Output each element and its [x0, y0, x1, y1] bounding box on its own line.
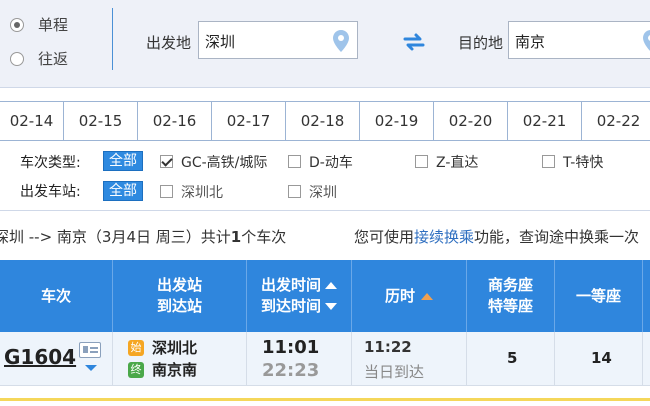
- from-input[interactable]: 深圳: [198, 21, 358, 59]
- business-header-top: 商务座: [487, 276, 533, 294]
- depart-time: 11:01: [262, 337, 320, 358]
- first-class-header-label: 一等座: [575, 286, 621, 305]
- to-value: 南京: [515, 33, 546, 51]
- train-type-all-button[interactable]: 全部: [103, 151, 143, 171]
- summary-route: 深圳 --> 南京（3月4日 周三）共计: [0, 228, 231, 246]
- round-trip-radio[interactable]: [10, 51, 24, 66]
- divider: [0, 398, 650, 401]
- ticket-search-page: 单程 往返 出发地 深圳 目的地 南京 02-14 02-15 02-16 02…: [0, 0, 650, 406]
- result-table-header: 车次 出发站 到达站 出发时间 到达时间 历时 商务座 特等座 一等座: [0, 260, 650, 332]
- date-tab[interactable]: 02-14: [0, 102, 64, 140]
- station-cell: 始 深圳北 终 南京南: [113, 332, 247, 386]
- arrive-time-header[interactable]: 到达时间: [261, 296, 321, 317]
- to-input[interactable]: 南京: [508, 21, 650, 59]
- sort-up-icon[interactable]: [421, 292, 433, 300]
- result-summary: 深圳 --> 南京（3月4日 周三）共计1个车次: [0, 226, 286, 247]
- date-tabs: 02-14 02-15 02-16 02-17 02-18 02-19 02-2…: [0, 101, 650, 141]
- date-tab[interactable]: 02-18: [286, 102, 360, 140]
- z-label: Z-直达: [436, 155, 479, 171]
- train-column-header: 车次: [0, 260, 113, 332]
- duration-value: 11:22: [364, 338, 412, 356]
- date-tab[interactable]: 02-17: [212, 102, 286, 140]
- station-label: 出发车站:: [20, 184, 81, 200]
- table-row[interactable]: G1604 始 深圳北 终 南京南 11:01 22:23 11:22 当日到达…: [0, 332, 650, 386]
- from-label: 出发地: [146, 34, 192, 52]
- more-columns: [643, 260, 650, 332]
- start-station-badge: 始: [128, 340, 144, 356]
- z-checkbox[interactable]: [415, 155, 428, 168]
- station-all-button[interactable]: 全部: [103, 181, 143, 201]
- divider: [0, 210, 650, 211]
- depart-station: 深圳北: [152, 339, 198, 357]
- date-tab[interactable]: 02-22: [582, 102, 650, 140]
- first-class-header: 一等座: [555, 260, 643, 332]
- date-tab[interactable]: 02-21: [508, 102, 582, 140]
- to-label: 目的地: [458, 34, 504, 52]
- hint-suffix: 功能，查询途中换乘一次: [474, 228, 640, 246]
- d-checkbox[interactable]: [288, 155, 301, 168]
- one-way-label: 单程: [38, 16, 69, 34]
- divider: [112, 8, 113, 70]
- business-seat-cell[interactable]: 5: [467, 332, 555, 386]
- d-label: D-动车: [309, 155, 353, 171]
- sort-up-icon[interactable]: [325, 282, 337, 289]
- duration-header-label[interactable]: 历时: [385, 286, 415, 307]
- train-number-link[interactable]: G1604: [4, 345, 76, 369]
- swap-icon[interactable]: [402, 31, 426, 53]
- date-tab[interactable]: 02-19: [360, 102, 434, 140]
- shenzhen-north-checkbox[interactable]: [160, 185, 173, 198]
- from-value: 深圳: [205, 33, 236, 51]
- hint-prefix: 您可使用: [354, 228, 415, 246]
- search-panel: 单程 往返 出发地 深圳 目的地 南京: [0, 0, 650, 88]
- one-way-radio[interactable]: [10, 17, 24, 32]
- shenzhen-checkbox[interactable]: [288, 185, 301, 198]
- shenzhen-north-label: 深圳北: [181, 185, 223, 201]
- date-tab[interactable]: 02-20: [434, 102, 508, 140]
- time-cell: 11:01 22:23: [247, 332, 352, 386]
- location-pin-icon[interactable]: [331, 29, 351, 53]
- business-seat-count: 5: [507, 349, 518, 367]
- gc-label: GC-高铁/城际: [181, 155, 268, 171]
- round-trip-label: 往返: [38, 50, 69, 68]
- date-tab[interactable]: 02-15: [64, 102, 138, 140]
- arrive-station: 南京南: [152, 361, 198, 379]
- train-type-label: 车次类型:: [20, 155, 81, 171]
- sort-down-icon[interactable]: [325, 303, 337, 310]
- end-station-badge: 终: [128, 362, 144, 378]
- train-info-icon[interactable]: [79, 342, 101, 358]
- first-class-cell[interactable]: 14: [555, 332, 643, 386]
- summary-suffix: 个车次: [241, 228, 287, 246]
- depart-time-header[interactable]: 出发时间: [261, 275, 321, 296]
- station-column-header: 出发站 到达站: [113, 260, 247, 332]
- business-seat-header: 商务座 特等座: [467, 260, 555, 332]
- transfer-hint: 您可使用接续换乘功能，查询途中换乘一次: [354, 226, 639, 247]
- time-column-header[interactable]: 出发时间 到达时间: [247, 260, 352, 332]
- location-pin-icon[interactable]: [641, 29, 650, 53]
- gc-checkbox[interactable]: [160, 155, 173, 168]
- depart-station-header: 出发站: [156, 276, 202, 294]
- first-class-count: 14: [591, 349, 612, 367]
- date-tab[interactable]: 02-16: [138, 102, 212, 140]
- arrive-day: 当日到达: [364, 363, 425, 381]
- business-header-bottom: 特等座: [487, 297, 533, 315]
- duration-cell: 11:22 当日到达: [352, 332, 467, 386]
- round-trip-option[interactable]: 往返: [10, 48, 68, 69]
- arrive-station-header: 到达站: [156, 297, 202, 315]
- t-checkbox[interactable]: [542, 155, 555, 168]
- arrive-time: 22:23: [262, 360, 320, 381]
- duration-column-header[interactable]: 历时: [352, 260, 467, 332]
- transfer-link[interactable]: 接续换乘: [414, 228, 474, 246]
- train-header-label: 车次: [40, 286, 71, 305]
- chevron-down-icon[interactable]: [85, 365, 97, 371]
- t-label: T-特快: [563, 155, 604, 171]
- one-way-option[interactable]: 单程: [10, 14, 68, 35]
- summary-count: 1: [230, 228, 242, 246]
- shenzhen-label: 深圳: [309, 185, 337, 201]
- train-cell: G1604: [0, 332, 113, 386]
